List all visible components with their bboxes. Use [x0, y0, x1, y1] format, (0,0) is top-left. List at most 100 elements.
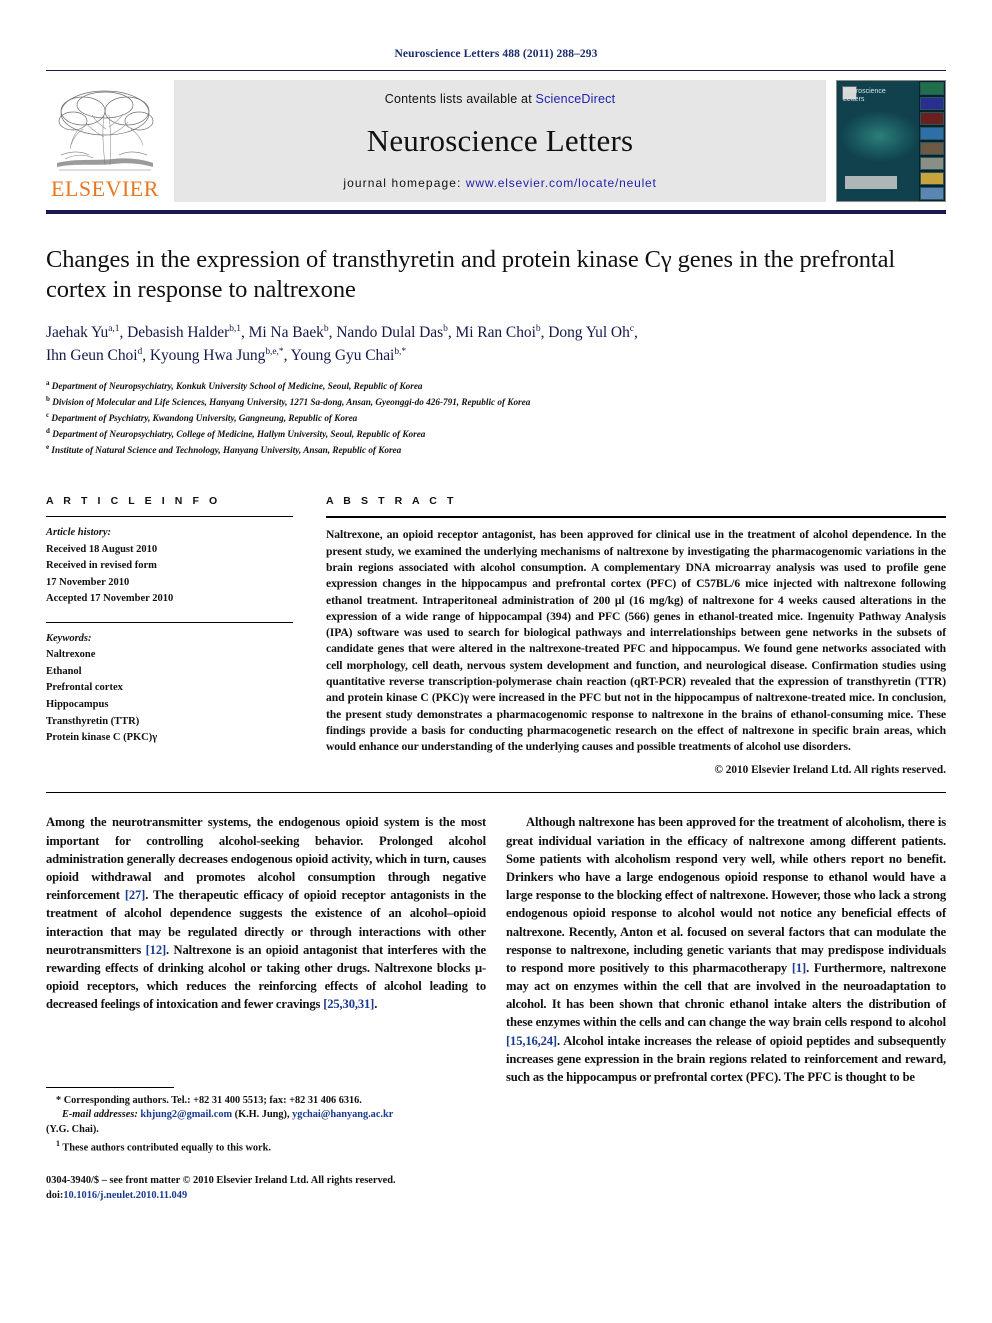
- cover-strip-cell: [920, 82, 944, 95]
- article-history-label: Article history:: [46, 527, 112, 539]
- masthead-top-rule: [46, 70, 946, 71]
- cover-caption-bar: [845, 176, 897, 189]
- keyword-item: Prefrontal cortex: [46, 682, 123, 694]
- doi-label: doi:: [46, 1190, 64, 1202]
- citation-ref[interactable]: [25,30,31]: [323, 997, 374, 1011]
- email-link-2[interactable]: ygchai@hanyang.ac.kr: [292, 1109, 393, 1120]
- footnote-corresponding-text: * Corresponding authors. Tel.: +82 31 40…: [56, 1094, 362, 1106]
- citation-ref[interactable]: [27]: [125, 888, 146, 902]
- affiliation-text: Department of Neuropsychiatry, Konkuk Un…: [51, 381, 423, 392]
- masthead-bottom-rule: [46, 210, 946, 214]
- keywords-group: Keywords: Naltrexone Ethanol Prefrontal …: [46, 631, 293, 747]
- affiliation-item: a Department of Neuropsychiatry, Konkuk …: [46, 378, 946, 394]
- body-columns: Among the neurotransmitter systems, the …: [46, 813, 946, 1203]
- journal-homepage-line: journal homepage: www.elsevier.com/locat…: [174, 176, 826, 190]
- cover-title-line-2: Letters: [843, 96, 865, 104]
- keywords-label: Keywords:: [46, 633, 92, 645]
- abstract-column: A B S T R A C T Naltrexone, an opioid re…: [309, 495, 946, 776]
- keyword-item: Naltrexone: [46, 649, 96, 661]
- cover-strip-cell: [920, 97, 944, 110]
- elsevier-wordmark: ELSEVIER: [51, 176, 159, 201]
- affiliation-marker: b: [46, 395, 50, 404]
- cover-title-text: Neuroscience Letters: [843, 88, 886, 104]
- article-history-group: Article history: Received 18 August 2010…: [46, 525, 293, 608]
- footnote-equal-contribution: 1 These authors contributed equally to t…: [46, 1138, 486, 1156]
- cover-title-line-1: Neuroscience: [843, 88, 886, 95]
- author-list: Jaehak Yua,1, Debasish Halderb,1, Mi Na …: [46, 321, 946, 368]
- contents-available-line: Contents lists available at ScienceDirec…: [174, 92, 826, 106]
- author-line-2: Ihn Geun Choid, Kyoung Hwa Jungb,e,*, Yo…: [46, 346, 407, 364]
- citation-ref[interactable]: [15,16,24]: [506, 1034, 557, 1048]
- abstract-bottom-rule: [46, 792, 946, 794]
- journal-masthead: ELSEVIER Contents lists available at Sci…: [46, 80, 946, 202]
- article-history-line: 17 November 2010: [46, 576, 130, 588]
- cover-strip-cell: [920, 142, 944, 155]
- article-info-rule: [46, 516, 293, 518]
- article-history-line: Received in revised form: [46, 560, 157, 572]
- affiliation-item: e Institute of Natural Science and Techn…: [46, 442, 946, 458]
- affiliation-item: d Department of Neuropsychiatry, College…: [46, 426, 946, 442]
- journal-band: Contents lists available at ScienceDirec…: [174, 80, 826, 202]
- info-abstract-section: A R T I C L E I N F O Article history: R…: [46, 495, 946, 776]
- imprint-block: 0304-3940/$ – see front matter © 2010 El…: [46, 1173, 486, 1203]
- doi-link[interactable]: 10.1016/j.neulet.2010.11.049: [63, 1190, 187, 1201]
- cover-strip-cell: [920, 112, 944, 125]
- keyword-item: Hippocampus: [46, 699, 109, 711]
- affiliation-text: Department of Neuropsychiatry, College o…: [52, 429, 426, 440]
- article-page: Neuroscience Letters 488 (2011) 288–293: [0, 0, 992, 1323]
- abstract-text: Naltrexone, an opioid receptor antagonis…: [326, 528, 946, 754]
- keywords-rule: [46, 622, 293, 624]
- keyword-item: Protein kinase C (PKC)γ: [46, 732, 158, 744]
- affiliation-marker: d: [46, 427, 50, 436]
- keyword-item: Ethanol: [46, 665, 82, 677]
- email-owner-1: (K.H. Jung),: [234, 1109, 290, 1121]
- footnote-equal-contribution-text: These authors contributed equally to thi…: [62, 1142, 271, 1154]
- cover-thumbnail-strip: [919, 81, 945, 201]
- elsevier-logo[interactable]: ELSEVIER: [46, 80, 164, 202]
- affiliation-marker: c: [46, 411, 50, 420]
- footnote-corresponding: * Corresponding authors. Tel.: +82 31 40…: [46, 1094, 486, 1109]
- abstract-rule: [326, 516, 946, 519]
- affiliation-marker: a: [46, 379, 50, 388]
- journal-cover-thumbnail[interactable]: Neuroscience Letters: [836, 80, 946, 202]
- running-head: Neuroscience Letters 488 (2011) 288–293: [394, 48, 598, 60]
- journal-title: Neuroscience Letters: [366, 123, 634, 158]
- homepage-prefix: journal homepage:: [343, 176, 466, 190]
- affiliation-text: Department of Psychiatry, Kwandong Unive…: [51, 413, 358, 424]
- citation-ref[interactable]: [1]: [792, 961, 806, 975]
- imprint-line: 0304-3940/$ – see front matter © 2010 El…: [46, 1175, 396, 1187]
- affiliation-text: Institute of Natural Science and Technol…: [51, 445, 402, 456]
- body-column-left: Among the neurotransmitter systems, the …: [46, 813, 486, 1203]
- affiliation-list: a Department of Neuropsychiatry, Konkuk …: [46, 378, 946, 458]
- footnotes-block: * Corresponding authors. Tel.: +82 31 40…: [46, 1086, 486, 1204]
- cover-strip-cell: [920, 127, 944, 140]
- abstract-copyright: © 2010 Elsevier Ireland Ltd. All rights …: [714, 764, 946, 777]
- contents-prefix: Contents lists available at: [384, 92, 536, 106]
- body-paragraph-left: Among the neurotransmitter systems, the …: [46, 815, 486, 1012]
- article-info-column: A R T I C L E I N F O Article history: R…: [46, 495, 309, 776]
- page-title: Changes in the expression of transthyret…: [46, 246, 896, 303]
- keyword-item: Transthyretin (TTR): [46, 715, 140, 727]
- citation-ref[interactable]: [12]: [146, 943, 167, 957]
- journal-homepage-link[interactable]: www.elsevier.com/locate/neulet: [466, 176, 657, 190]
- footnote-rule: [46, 1086, 174, 1088]
- affiliation-marker: e: [46, 443, 50, 452]
- body-paragraph-right: Although naltrexone has been approved fo…: [506, 815, 946, 1085]
- cover-strip-cell: [920, 157, 944, 170]
- sciencedirect-link[interactable]: ScienceDirect: [536, 92, 616, 106]
- affiliation-text: Division of Molecular and Life Sciences,…: [52, 397, 531, 408]
- email-link-1[interactable]: khjung2@gmail.com: [140, 1109, 232, 1120]
- article-history-line: Received 18 August 2010: [46, 543, 158, 555]
- footnote-marker: 1: [56, 1139, 60, 1149]
- affiliation-item: c Department of Psychiatry, Kwandong Uni…: [46, 410, 946, 426]
- body-column-right: Although naltrexone has been approved fo…: [506, 813, 946, 1203]
- cover-strip-cell: [920, 187, 944, 200]
- article-history-line: Accepted 17 November 2010: [46, 593, 174, 605]
- footnote-email-owner-2: (Y.G. Chai).: [46, 1124, 99, 1136]
- author-line-1: Jaehak Yua,1, Debasish Halderb,1, Mi Na …: [46, 323, 638, 341]
- doi-line: doi:10.1016/j.neulet.2010.11.049: [46, 1188, 486, 1203]
- footnote-emails: E-mail addresses: khjung2@gmail.com (K.H…: [46, 1108, 486, 1123]
- cover-strip-cell: [920, 172, 944, 185]
- article-info-heading: A R T I C L E I N F O: [46, 495, 221, 508]
- affiliation-item: b Division of Molecular and Life Science…: [46, 394, 946, 410]
